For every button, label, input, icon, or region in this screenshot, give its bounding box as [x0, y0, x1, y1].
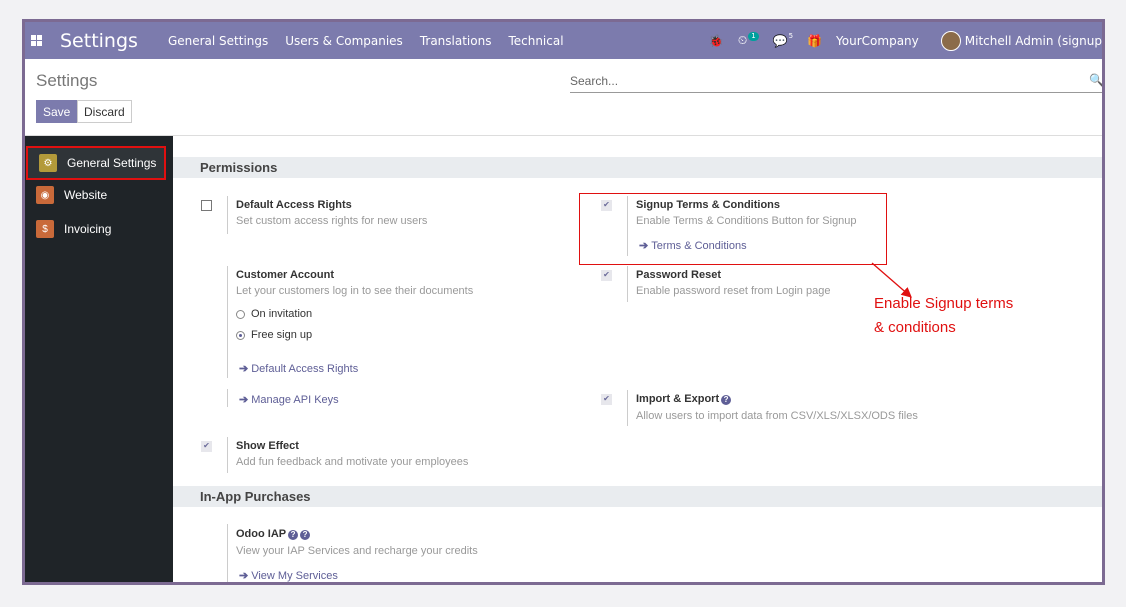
view-my-services-link[interactable]: ➔ View My Services	[239, 569, 338, 582]
show-effect-checkbox[interactable]: ✔	[201, 441, 212, 452]
radio-free-signup[interactable]: Free sign up	[236, 329, 312, 341]
annotation-highlight-box	[579, 193, 887, 265]
top-navbar: Settings General Settings Users & Compan…	[25, 22, 1102, 59]
annotation-line-2: & conditions	[874, 319, 956, 336]
arrow-right-icon: ➔	[239, 570, 249, 582]
app-title[interactable]: Settings	[60, 30, 138, 52]
customer-account-desc: Let your customers log in to see their d…	[236, 285, 474, 297]
odoo-iap-desc: View your IAP Services and recharge your…	[236, 545, 478, 557]
apps-grid-icon[interactable]	[31, 35, 42, 46]
discard-button[interactable]: Discard	[77, 100, 132, 123]
radio-on-invitation[interactable]: On invitation	[236, 308, 312, 320]
search-placeholder: Search...	[570, 74, 619, 88]
company-switcher[interactable]: YourCompany	[836, 34, 919, 48]
divider	[227, 266, 228, 378]
odoo-iap-title: Odoo IAP??	[236, 528, 311, 540]
sidebar-item-website[interactable]: ◉ Website	[25, 180, 173, 210]
import-export-title: Import & Export?	[636, 393, 732, 405]
sidebar-item-label: Website	[64, 188, 108, 202]
divider	[227, 524, 228, 582]
debug-bug-icon[interactable]: 🐞	[709, 34, 724, 48]
sidebar-item-general-settings[interactable]: ⚙ General Settings	[26, 146, 166, 180]
gear-icon: ⚙	[39, 154, 57, 172]
radio-label: Free sign up	[251, 329, 313, 341]
default-access-rights-link[interactable]: ➔ Default Access Rights	[239, 362, 358, 375]
default-access-rights-desc: Set custom access rights for new users	[236, 215, 428, 227]
show-effect-desc: Add fun feedback and motivate your emplo…	[236, 456, 469, 468]
control-panel: Settings Search... 🔍 Save Discard	[25, 59, 1102, 136]
default-access-rights-title: Default Access Rights	[236, 199, 352, 211]
odoo-iap-title-text: Odoo IAP	[236, 528, 287, 540]
password-reset-checkbox[interactable]: ✔	[601, 270, 612, 281]
customer-account-title: Customer Account	[236, 269, 334, 281]
divider	[227, 196, 228, 234]
radio-label: On invitation	[251, 308, 313, 320]
divider	[627, 266, 628, 302]
messages-chat-icon[interactable]: 💬 5	[773, 32, 794, 48]
globe-icon: ◉	[36, 186, 54, 204]
save-button[interactable]: Save	[36, 100, 78, 123]
help-icon[interactable]: ?	[288, 530, 299, 540]
sidebar-item-label: General Settings	[67, 156, 157, 170]
radio-circle-selected	[236, 330, 245, 340]
activity-clock-icon[interactable]: ⏲ 1	[738, 32, 759, 48]
help-icon[interactable]: ?	[300, 530, 311, 540]
view-my-services-link-label: View My Services	[251, 570, 338, 582]
section-header-permissions: Permissions	[173, 157, 1102, 178]
help-icon[interactable]: ?	[721, 395, 732, 405]
import-export-title-text: Import & Export	[636, 393, 720, 405]
sidebar-item-label: Invoicing	[64, 222, 112, 236]
activity-count-badge: 1	[748, 32, 759, 41]
gift-icon[interactable]: 🎁	[807, 34, 822, 48]
show-effect-title: Show Effect	[236, 440, 299, 452]
divider	[227, 437, 228, 473]
user-avatar[interactable]	[940, 30, 961, 51]
menu-general-settings[interactable]: General Settings	[168, 34, 268, 48]
arrow-right-icon: ➔	[239, 363, 249, 375]
breadcrumb: Settings	[36, 71, 98, 90]
default-access-rights-checkbox[interactable]	[201, 200, 212, 211]
manage-api-keys-link[interactable]: ➔ Manage API Keys	[239, 393, 339, 406]
menu-translations[interactable]: Translations	[420, 34, 492, 48]
search-input[interactable]: Search... 🔍	[570, 73, 1102, 93]
annotation-line-1: Enable Signup terms	[874, 295, 1014, 312]
password-reset-title: Password Reset	[636, 269, 721, 281]
messages-count-badge: 5	[788, 32, 794, 40]
arrow-right-icon: ➔	[239, 394, 249, 406]
divider	[627, 390, 628, 426]
settings-sidebar: ⚙ General Settings ◉ Website $ Invoicing	[25, 136, 173, 582]
section-header-in-app-purchases: In-App Purchases	[173, 486, 1102, 507]
default-access-rights-link-label: Default Access Rights	[251, 363, 359, 375]
menu-technical[interactable]: Technical	[508, 34, 563, 48]
systray: 🐞 ⏲ 1 💬 5 🎁 YourCompany Mitchell Admin (si…	[709, 22, 1102, 59]
import-export-desc: Allow users to import data from CSV/XLS/…	[636, 410, 918, 422]
divider	[227, 389, 228, 407]
search-icon[interactable]: 🔍	[1089, 73, 1102, 87]
radio-circle	[236, 309, 245, 319]
manage-api-keys-link-label: Manage API Keys	[251, 394, 339, 406]
annotation-text: Enable Signup terms & conditions	[874, 292, 1034, 340]
import-export-checkbox[interactable]: ✔	[601, 394, 612, 405]
menu-users-companies[interactable]: Users & Companies	[285, 34, 403, 48]
user-menu[interactable]: Mitchell Admin (signup	[965, 34, 1102, 48]
invoice-icon: $	[36, 220, 54, 238]
sidebar-item-invoicing[interactable]: $ Invoicing	[25, 214, 173, 244]
password-reset-desc: Enable password reset from Login page	[636, 285, 831, 297]
